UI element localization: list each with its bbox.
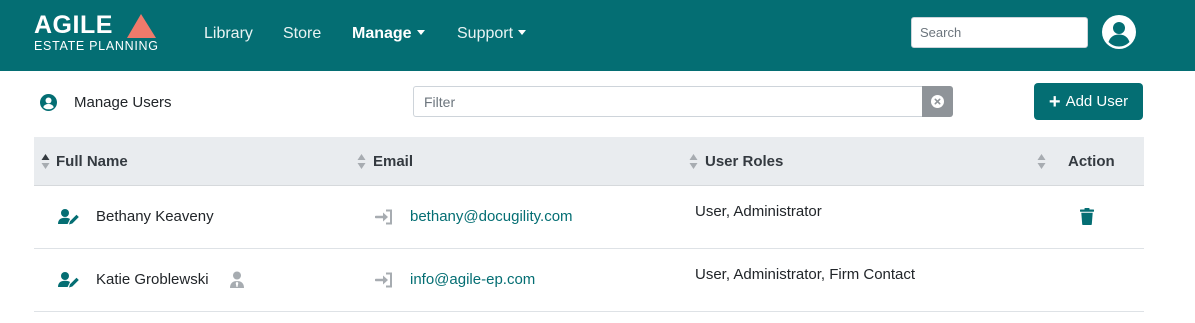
logo-triangle-icon — [127, 14, 156, 38]
add-user-button[interactable]: + Add User — [1034, 83, 1143, 120]
nav-support[interactable]: Support — [457, 24, 527, 44]
times-circle-icon — [931, 95, 944, 108]
logo-main-text: AGILE — [34, 11, 113, 39]
sort-asc-icon[interactable] — [41, 153, 50, 170]
plus-icon: + — [1048, 90, 1061, 113]
filter-clear-button[interactable] — [922, 86, 953, 117]
chevron-down-icon — [416, 30, 425, 35]
logo-subtitle: ESTATE PLANNING — [34, 39, 159, 53]
table-row: Bethany Keaveny bethany@docugility.com U… — [34, 186, 1144, 249]
column-header-user-roles[interactable]: User Roles — [705, 153, 783, 171]
nav-library[interactable]: Library — [204, 24, 253, 44]
sign-in-icon[interactable] — [375, 209, 393, 225]
page-title: Manage Users — [74, 94, 172, 111]
column-header-full-name[interactable]: Full Name — [56, 153, 128, 171]
add-user-label: Add User — [1065, 93, 1129, 110]
filter-group — [413, 86, 953, 117]
user-edit-icon[interactable] — [58, 271, 80, 289]
search-input[interactable] — [911, 17, 1088, 48]
chevron-down-icon — [518, 30, 527, 35]
user-avatar-icon[interactable] — [1102, 15, 1136, 49]
user-full-name: Katie Groblewski — [96, 271, 209, 288]
top-navbar: AGILE ESTATE PLANNING Library Store Mana… — [0, 0, 1195, 71]
sign-in-icon[interactable] — [375, 272, 393, 288]
nav-manage[interactable]: Manage — [352, 24, 425, 44]
column-header-email[interactable]: Email — [373, 153, 413, 171]
filter-input[interactable] — [413, 86, 922, 117]
user-tie-icon — [230, 271, 244, 288]
user-roles: User, Administrator — [695, 203, 822, 220]
table-header: Full Name Email User Roles Action — [34, 137, 1144, 186]
user-email-link[interactable]: bethany@docugility.com — [410, 208, 573, 226]
nav-store[interactable]: Store — [283, 24, 321, 44]
trash-icon[interactable] — [1080, 208, 1094, 225]
user-full-name: Bethany Keaveny — [96, 208, 214, 225]
sort-icon[interactable] — [689, 153, 698, 170]
sort-icon[interactable] — [1037, 153, 1046, 170]
user-email-link[interactable]: info@agile-ep.com — [410, 271, 535, 289]
column-header-action: Action — [1068, 153, 1115, 170]
sort-icon[interactable] — [357, 153, 366, 170]
nav-support-label: Support — [457, 25, 514, 42]
table-row: Katie Groblewski info@agile-ep.com User,… — [34, 249, 1144, 312]
brand-logo[interactable]: AGILE ESTATE PLANNING — [34, 12, 164, 56]
manage-users-icon — [40, 94, 57, 111]
nav-manage-label: Manage — [352, 25, 412, 42]
user-edit-icon[interactable] — [58, 208, 80, 226]
user-roles: User, Administrator, Firm Contact — [695, 266, 916, 283]
